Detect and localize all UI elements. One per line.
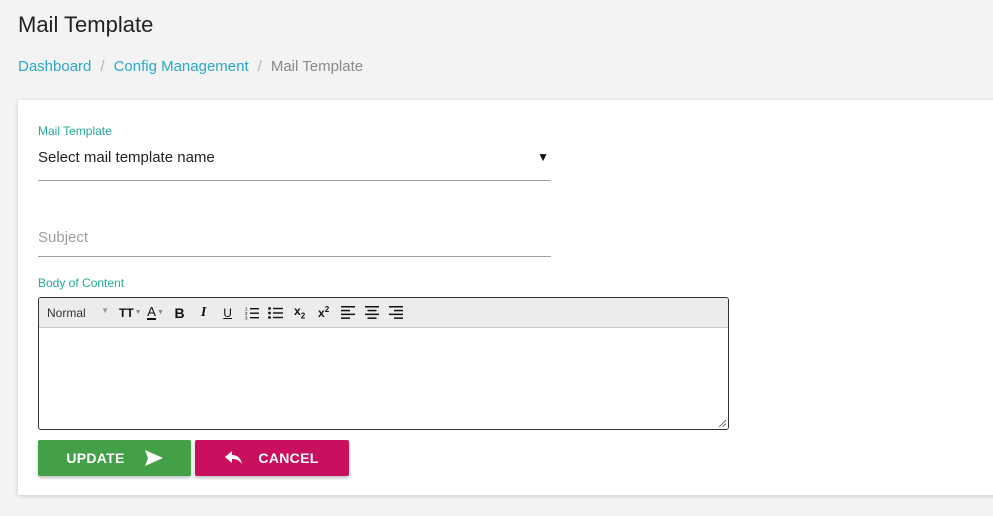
subject-input[interactable] — [38, 218, 551, 257]
bold-button[interactable]: B — [170, 302, 190, 324]
align-left-icon — [340, 306, 355, 319]
font-color-button[interactable]: A ▼ — [146, 302, 166, 324]
superscript-icon: x2 — [318, 305, 330, 320]
ordered-list-button[interactable]: 1 2 3 — [242, 302, 262, 324]
mail-template-form-card: Mail Template Select mail template name … — [18, 100, 993, 495]
mail-template-select[interactable]: Select mail template name ▼ — [38, 146, 551, 181]
breadcrumb-dashboard-link[interactable]: Dashboard — [18, 58, 91, 75]
cancel-button[interactable]: CANCEL — [195, 440, 349, 476]
format-dropdown-value: Normal — [47, 305, 86, 320]
caret-down-icon: ▼ — [537, 150, 549, 164]
reply-back-icon — [225, 451, 243, 465]
align-center-icon — [364, 306, 379, 319]
editor-toolbar: Normal ▼ TT ▼ A ▼ B I U 1 2 3 x2 x2 — [39, 298, 728, 328]
bullet-list-icon — [268, 306, 284, 319]
update-button[interactable]: UPDATE — [38, 440, 191, 476]
bold-icon: B — [174, 304, 185, 321]
breadcrumb: Dashboard / Config Management / Mail Tem… — [18, 58, 363, 75]
subscript-button[interactable]: x2 — [290, 302, 310, 324]
send-icon — [144, 450, 163, 466]
breadcrumb-separator: / — [257, 58, 262, 75]
underline-button[interactable]: U — [218, 302, 238, 324]
align-right-button[interactable] — [386, 302, 406, 324]
resize-handle-icon[interactable] — [718, 419, 726, 427]
mail-template-select-value: Select mail template name — [38, 149, 215, 166]
italic-button[interactable]: I — [194, 302, 214, 324]
update-button-label: UPDATE — [66, 450, 125, 466]
ordered-list-icon: 1 2 3 — [245, 306, 259, 320]
align-left-button[interactable] — [338, 302, 358, 324]
breadcrumb-separator: / — [100, 58, 105, 75]
align-right-icon — [388, 306, 403, 319]
chevron-down-icon: ▼ — [101, 305, 109, 315]
underline-icon: U — [223, 305, 232, 320]
body-content-textarea[interactable] — [39, 328, 728, 428]
body-of-content-label: Body of Content — [38, 276, 125, 290]
breadcrumb-current: Mail Template — [270, 58, 364, 75]
rich-text-editor: Normal ▼ TT ▼ A ▼ B I U 1 2 3 x2 x2 — [38, 297, 729, 430]
svg-text:3: 3 — [245, 315, 248, 320]
bullet-list-button[interactable] — [266, 302, 286, 324]
superscript-button[interactable]: x2 — [314, 302, 334, 324]
breadcrumb-config-management-link[interactable]: Config Management — [114, 58, 249, 75]
font-color-icon: A — [147, 303, 156, 320]
text-size-icon: TT — [119, 305, 134, 320]
italic-icon: I — [200, 304, 207, 320]
subscript-icon: x2 — [294, 304, 306, 321]
align-center-button[interactable] — [362, 302, 382, 324]
mail-template-label: Mail Template — [38, 124, 112, 138]
format-dropdown[interactable]: Normal ▼ — [47, 302, 115, 324]
page-title: Mail Template — [18, 12, 154, 37]
cancel-button-label: CANCEL — [258, 450, 319, 466]
text-size-button[interactable]: TT ▼ — [119, 302, 142, 324]
